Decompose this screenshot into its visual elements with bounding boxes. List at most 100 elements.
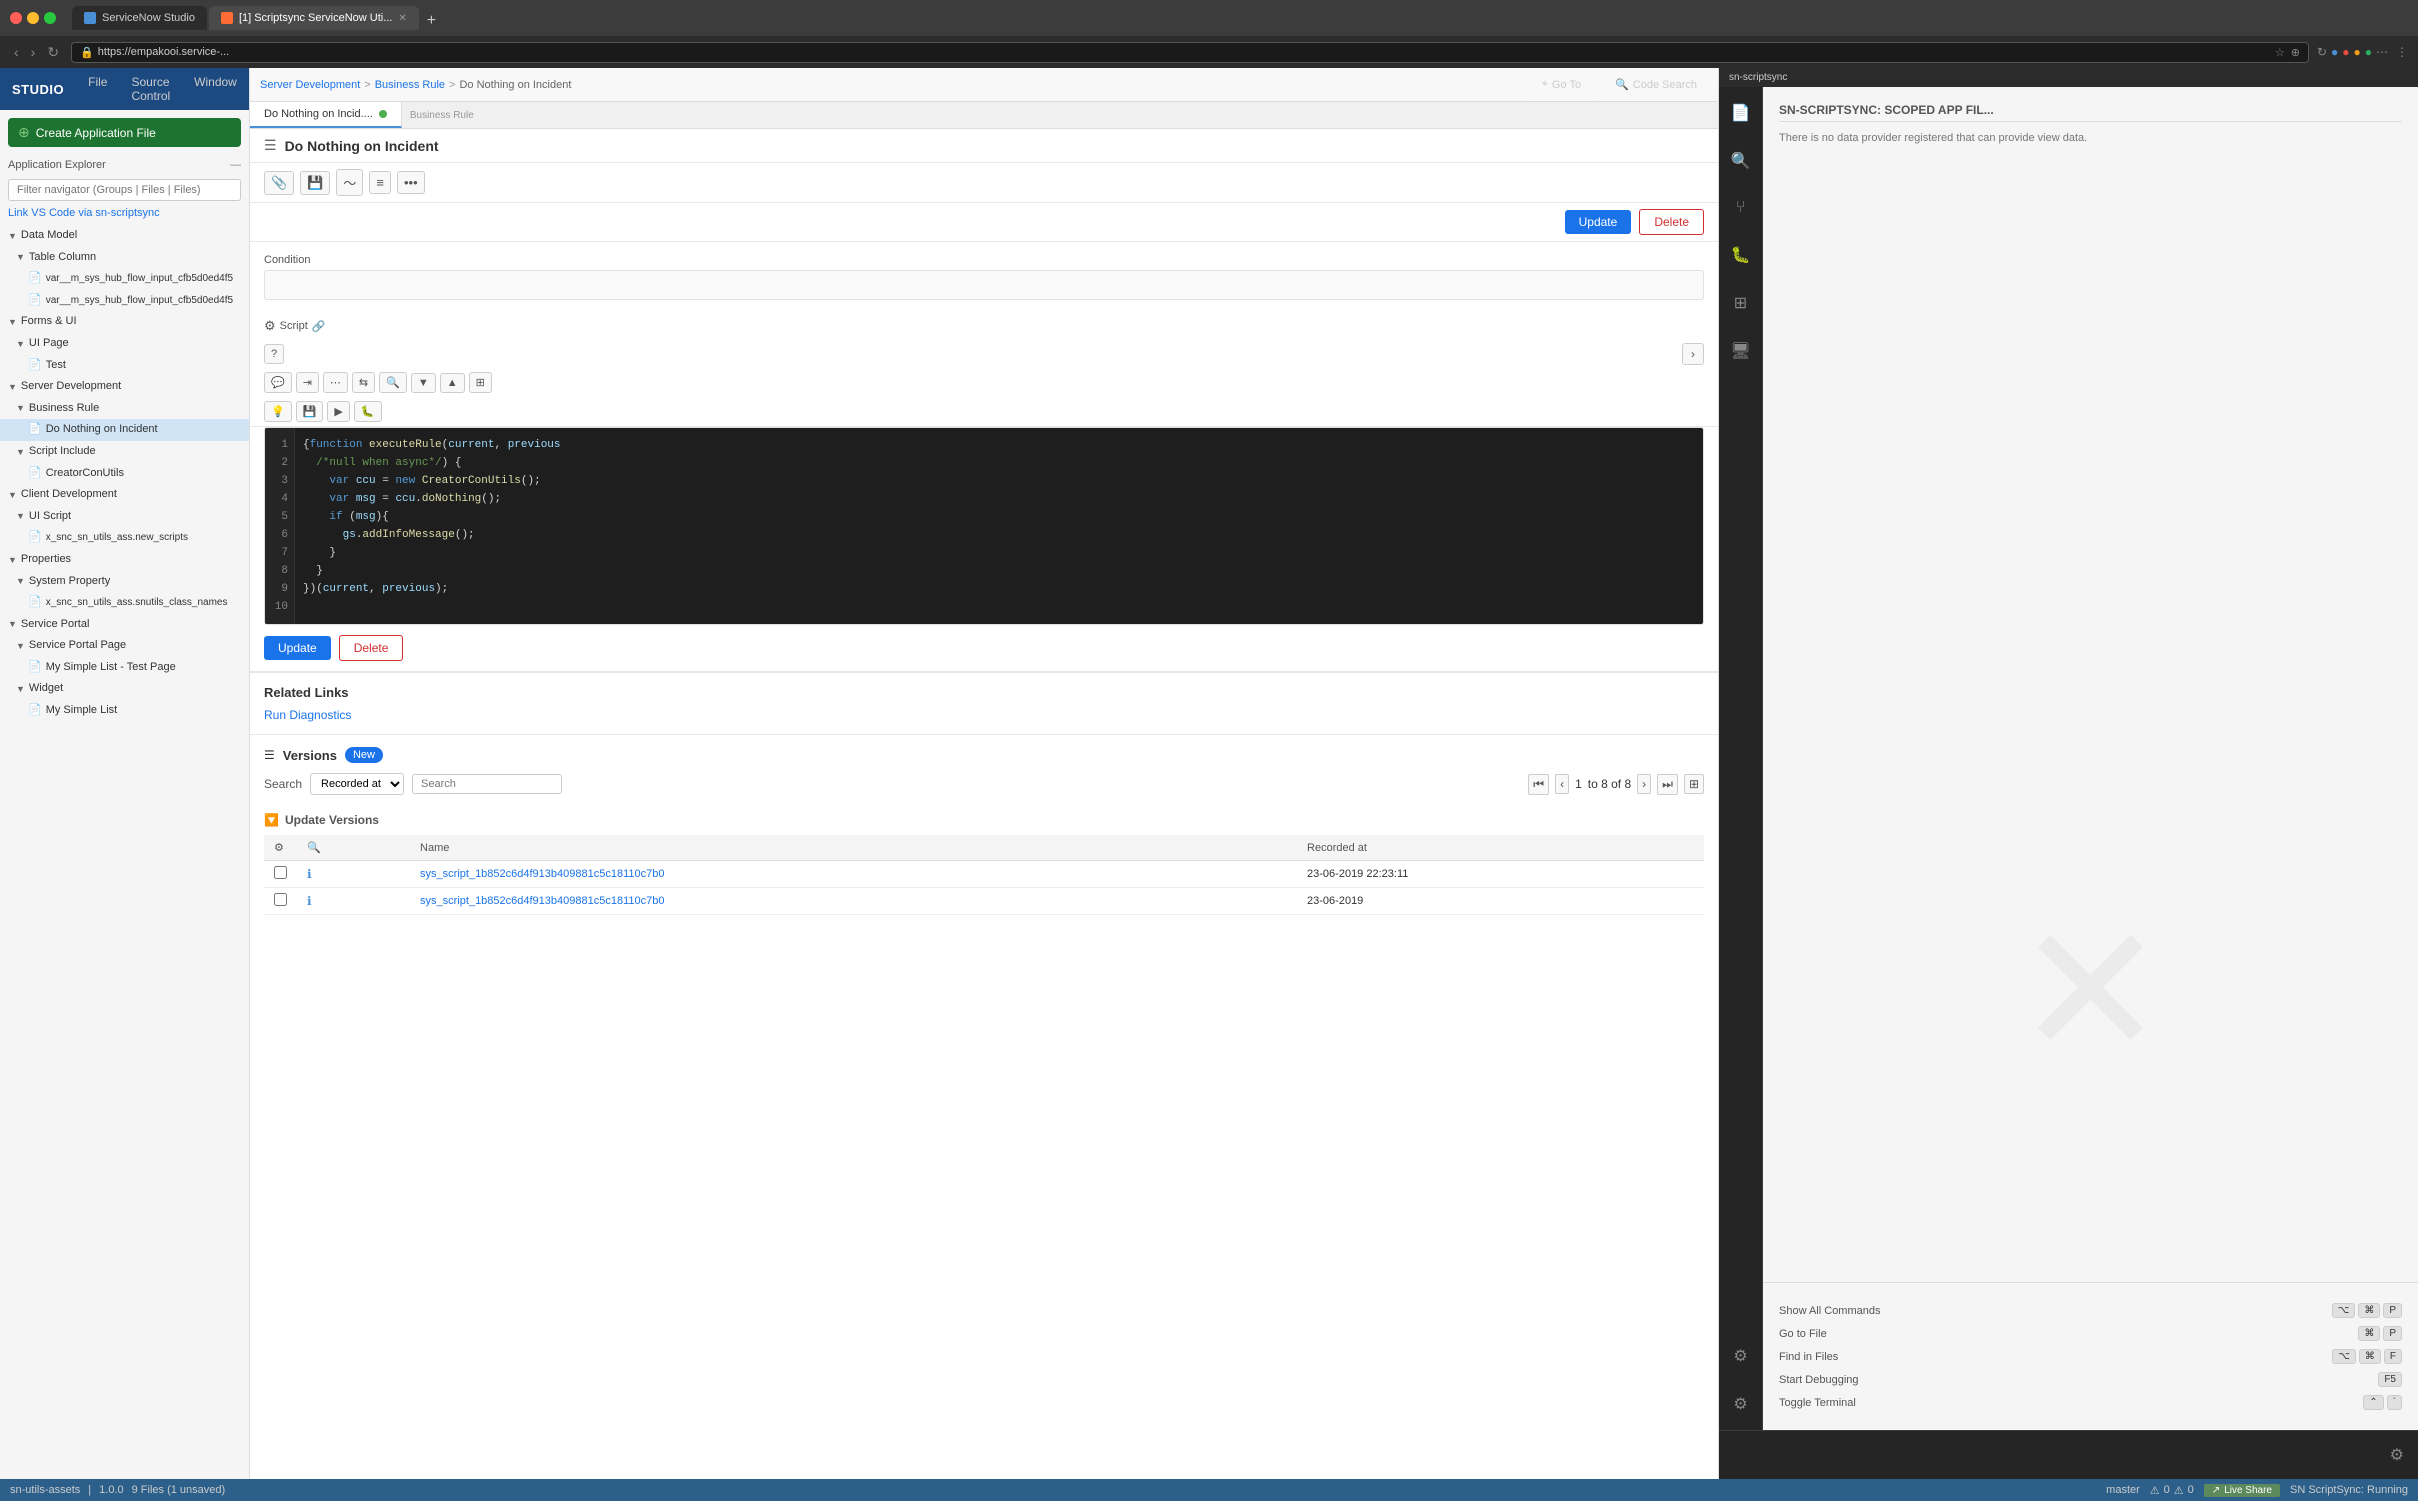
menu-source-control[interactable]: Source Control <box>119 68 182 110</box>
script-btn-hint[interactable]: 💡 <box>264 401 292 422</box>
page-last-button[interactable]: ⏭ <box>1657 774 1678 795</box>
tree-item-sp-page[interactable]: Service Portal Page <box>0 635 249 657</box>
script-btn-indent[interactable]: ⇥ <box>296 372 319 393</box>
ext-icon-3[interactable]: ● <box>2342 45 2349 59</box>
browser-tab-2[interactable]: [1] Scriptsync ServiceNow Uti... ✕ <box>209 6 419 30</box>
checkbox-2[interactable] <box>274 893 287 906</box>
extension-icon-1[interactable]: ⊕ <box>2291 46 2300 59</box>
script-btn-wrap[interactable]: ⇆ <box>352 372 375 393</box>
tree-item-service-portal[interactable]: Service Portal <box>0 614 249 636</box>
filter-input[interactable] <box>8 179 241 201</box>
row2-checkbox[interactable] <box>264 888 297 915</box>
hamburger-icon[interactable]: ☰ <box>264 137 277 154</box>
update-button-bottom[interactable]: Update <box>264 636 331 660</box>
bookmark-icon[interactable]: ☆ <box>2275 46 2285 59</box>
tree-item-script-include[interactable]: Script Include <box>0 441 249 463</box>
tree-item-business-rule[interactable]: Business Rule <box>0 398 249 420</box>
tree-item-server-dev[interactable]: Server Development <box>0 376 249 398</box>
script-btn-save[interactable]: 💾 <box>296 401 324 422</box>
save-icon-button[interactable]: 💾 <box>300 171 330 195</box>
run-diagnostics-link[interactable]: Run Diagnostics <box>264 708 351 722</box>
search-filter-select[interactable]: Recorded at <box>310 773 404 795</box>
script-btn-expand2[interactable]: ⊞ <box>469 372 492 393</box>
vscode-link[interactable]: Link VS Code via sn-scriptsync <box>0 205 249 221</box>
tree-item-var2[interactable]: 📄 var__m_sys_hub_flow_input_cfb5d0ed4f5 <box>0 290 249 312</box>
tree-item-class-names[interactable]: 📄 x_snc_sn_utils_ass.snutils_class_names <box>0 592 249 614</box>
update-button[interactable]: Update <box>1565 210 1632 234</box>
ext-icon-4[interactable]: ● <box>2354 45 2361 59</box>
script-btn-up[interactable]: ▲ <box>440 373 465 393</box>
tree-item-forms-ui[interactable]: Forms & UI <box>0 311 249 333</box>
search-icon[interactable]: 🔍 <box>1725 145 1757 177</box>
new-tab-button[interactable]: + <box>421 12 442 30</box>
row1-checkbox[interactable] <box>264 861 297 888</box>
create-application-file-button[interactable]: ⊕ Create Application File <box>8 118 241 147</box>
script-btn-search[interactable]: 🔍 <box>379 372 407 393</box>
settings-icon[interactable]: ⚙ <box>274 842 284 854</box>
tree-item-my-simple-list-test[interactable]: 📄 My Simple List - Test Page <box>0 657 249 679</box>
browser-menu-button[interactable]: ⋮ <box>2396 45 2408 59</box>
code-editor[interactable]: 1 2 3 4 5 6 7 8 9 10 {function executeRu… <box>264 427 1704 625</box>
script-btn-help[interactable]: ? <box>264 344 284 364</box>
maximize-button[interactable] <box>44 12 56 24</box>
tree-item-do-nothing[interactable]: 📄 Do Nothing on Incident <box>0 419 249 441</box>
collapse-icon[interactable]: — <box>230 159 241 171</box>
back-button[interactable]: ‹ <box>10 42 23 62</box>
row1-name-link[interactable]: sys_script_1b852c6d4f913b409881c5c18110c… <box>420 868 664 880</box>
delete-button-bottom[interactable]: Delete <box>339 635 404 661</box>
right-bottom-settings-icon[interactable]: ⚙ <box>2384 1439 2410 1471</box>
script-expand-button[interactable]: › <box>1682 343 1704 365</box>
minimize-button[interactable] <box>27 12 39 24</box>
history-button[interactable]: 〜 <box>336 169 363 196</box>
checkbox-1[interactable] <box>274 866 287 879</box>
attach-button[interactable]: 📎 <box>264 171 294 195</box>
tree-item-my-simple-list[interactable]: 📄 My Simple List <box>0 700 249 722</box>
close-button[interactable] <box>10 12 22 24</box>
sync-icon[interactable]: ⚙ <box>1727 1340 1753 1372</box>
tree-item-ui-script[interactable]: UI Script <box>0 506 249 528</box>
list-view-button[interactable]: ≡ <box>369 171 391 194</box>
script-btn-run[interactable]: ▶ <box>327 401 349 422</box>
live-share-button[interactable]: ↗ Live Share <box>2204 1484 2280 1497</box>
page-prev-button[interactable]: ‹ <box>1555 774 1569 794</box>
breadcrumb-business-rule[interactable]: Business Rule <box>375 79 445 91</box>
settings-icon[interactable]: ⚙ <box>1727 1388 1753 1420</box>
page-next-button[interactable]: › <box>1637 774 1651 794</box>
tree-item-var1[interactable]: 📄 var__m_sys_hub_flow_input_cfb5d0ed4f5 <box>0 268 249 290</box>
tree-item-table-column[interactable]: Table Column <box>0 247 249 269</box>
tree-item-new-scripts[interactable]: 📄 x_snc_sn_utils_ass.new_scripts <box>0 527 249 549</box>
script-btn-format[interactable]: ⋯ <box>323 372 348 393</box>
tree-item-sys-property[interactable]: System Property <box>0 571 249 593</box>
remote-icon[interactable]: 🖥 <box>1724 335 1756 367</box>
tree-item-creatorconutils[interactable]: 📄 CreatorConUtils <box>0 463 249 485</box>
tree-item-client-dev[interactable]: Client Development <box>0 484 249 506</box>
extensions-icon[interactable]: ⊞ <box>1728 287 1753 319</box>
tab-2-close-icon[interactable]: ✕ <box>398 13 406 24</box>
search-input[interactable] <box>412 774 562 794</box>
page-export-button[interactable]: ⊞ <box>1684 774 1704 794</box>
tree-item-ui-page[interactable]: UI Page <box>0 333 249 355</box>
page-first-button[interactable]: ⏮ <box>1528 774 1549 795</box>
files-icon[interactable]: 📄 <box>1725 97 1757 129</box>
script-btn-down[interactable]: ▼ <box>411 373 436 393</box>
script-btn-comment[interactable]: 💬 <box>264 372 292 393</box>
ext-icon-6[interactable]: ⋯ <box>2376 45 2388 59</box>
delete-button[interactable]: Delete <box>1639 209 1704 235</box>
tree-item-data-model[interactable]: Data Model <box>0 225 249 247</box>
code-search-button[interactable]: 🔍 Code Search <box>1604 72 1708 97</box>
ext-icon-5[interactable]: ● <box>2365 45 2372 59</box>
menu-window[interactable]: Window <box>182 68 249 110</box>
git-icon[interactable]: ⑂ <box>1730 193 1752 223</box>
forward-button[interactable]: › <box>27 42 40 62</box>
condition-field[interactable] <box>264 270 1704 300</box>
menu-file[interactable]: File <box>76 68 119 110</box>
ext-icon-1[interactable]: ↻ <box>2317 45 2327 59</box>
versions-new-badge[interactable]: New <box>345 747 383 763</box>
browser-tab-1[interactable]: ServiceNow Studio <box>72 6 207 30</box>
search-icon[interactable]: 🔍 <box>307 842 321 854</box>
more-options-button[interactable]: ••• <box>397 171 425 194</box>
tree-item-widget[interactable]: Widget <box>0 678 249 700</box>
row2-name-link[interactable]: sys_script_1b852c6d4f913b409881c5c18110c… <box>420 895 664 907</box>
ext-icon-2[interactable]: ● <box>2331 45 2338 59</box>
url-bar[interactable]: 🔒 https://empakooi.service-... ☆ ⊕ <box>71 42 2309 63</box>
